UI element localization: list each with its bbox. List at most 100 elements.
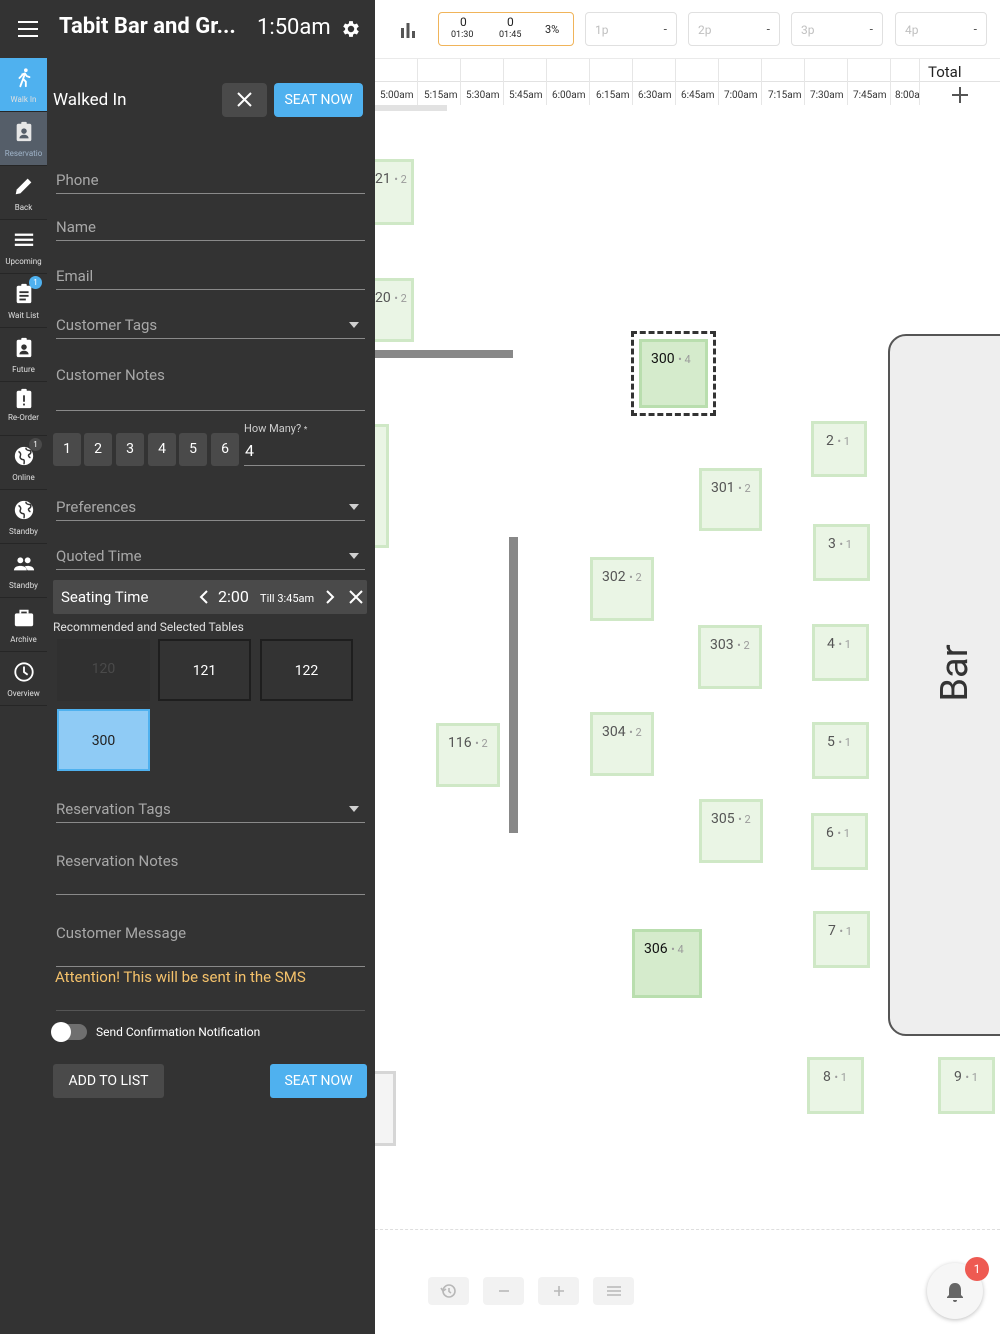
hamburger-menu-icon[interactable] [18,20,40,38]
table-304[interactable]: 304 • 2 [590,712,654,776]
table-306[interactable]: 306 • 4 [632,929,702,998]
table-2[interactable]: 2 • 1 [811,421,867,477]
globe-icon [13,499,35,521]
time-slot[interactable]: 6:15am [596,90,630,101]
customer-message-field[interactable]: Customer Message [56,913,365,967]
rail-online[interactable]: 1 Online [0,436,47,490]
party-size-1[interactable]: 1 [53,433,81,466]
time-slot[interactable]: 5:30am [466,90,500,101]
rail-back[interactable]: Back [0,166,47,220]
table-option-300[interactable]: 300 [57,709,150,771]
rail-overview[interactable]: Overview [0,652,47,706]
rail-wait-list[interactable]: 1 Wait List [0,274,47,328]
table-5[interactable]: 5 • 1 [812,722,869,779]
party-size-3[interactable]: 3 [116,433,144,466]
table-116[interactable]: 116 • 2 [436,723,500,787]
table-6[interactable]: 6 • 1 [811,813,868,870]
clear-seating-icon[interactable] [349,590,363,604]
name-field[interactable]: Name [56,205,365,241]
table-partial-bottom[interactable] [375,1071,396,1146]
rail-archive[interactable]: Archive [0,598,47,652]
wait-list-badge: 1 [29,276,42,289]
time-slot[interactable]: 5:00am [380,90,414,101]
time-slot[interactable]: 8:00a [895,90,920,101]
party-size-4[interactable]: 4 [148,433,176,466]
rail-standby-globe[interactable]: Standby [0,490,47,544]
party-size-2[interactable]: 2 [84,433,112,466]
party-size-6[interactable]: 6 [211,433,239,466]
table-label: 304 • 2 [602,724,642,740]
table-300[interactable]: 300 • 4 [639,339,708,408]
seat-now-top-button[interactable]: SEAT NOW [274,83,363,117]
table-9[interactable]: 9 • 1 [938,1057,995,1114]
recommended-tables-label: Recommended and Selected Tables [53,620,244,634]
rail-walk-in[interactable]: Walk In [0,58,47,112]
table-number: 116 [448,735,472,751]
time-slot[interactable]: 7:45am [853,90,887,101]
table-4[interactable]: 4 • 1 [812,624,869,681]
time-slot[interactable]: 6:45am [681,90,715,101]
history-button[interactable] [428,1277,469,1305]
walk-icon [13,67,35,89]
time-slot[interactable]: 7:00am [724,90,758,101]
chevron-right-icon[interactable] [325,590,335,604]
how-many-input[interactable]: 4 [244,438,365,466]
seat-now-bottom-button[interactable]: SEAT NOW [270,1064,367,1098]
table-7[interactable]: 7 • 1 [813,911,870,968]
table-302[interactable]: 302 • 2 [590,557,654,621]
table-21[interactable]: 21 • 2 [375,159,414,225]
zoom-in-button[interactable] [538,1277,579,1305]
course-value: - [766,22,770,36]
time-gridline [632,59,633,105]
table-301[interactable]: 301 • 2 [699,468,762,531]
reservation-tags-select[interactable]: Reservation Tags [56,788,365,823]
customer-notes-field[interactable]: Customer Notes [56,358,365,411]
rail-standby-group[interactable]: Standby [0,544,47,598]
course-2p[interactable]: 2p - [688,12,780,46]
rail-label: Future [12,365,35,374]
add-to-list-button[interactable]: ADD TO LIST [53,1064,164,1098]
time-slot[interactable]: 6:30am [638,90,672,101]
table-label: 5 • 1 [827,734,851,750]
time-slot[interactable]: 7:30am [810,90,844,101]
table-option-121[interactable]: 121 [158,639,251,701]
table-label: 305 • 2 [711,811,751,827]
quoted-time-select[interactable]: Quoted Time [56,534,365,570]
table-capacity: • 2 [737,639,750,652]
table-3[interactable]: 3 • 1 [813,524,870,581]
course-3p[interactable]: 3p - [791,12,883,46]
zoom-out-button[interactable] [483,1277,524,1305]
gear-icon[interactable] [340,18,362,40]
close-panel-button[interactable] [222,83,267,117]
occupancy-stats[interactable]: 0 01:30 0 01:45 3% [438,12,574,46]
party-size-5[interactable]: 5 [179,433,207,466]
time-slot[interactable]: 6:00am [552,90,586,101]
send-confirmation-toggle[interactable] [51,1022,87,1042]
rail-label: Standby [9,581,38,590]
course-1p[interactable]: 1p - [585,12,677,46]
email-field[interactable]: Email [56,254,365,290]
reservation-notes-field[interactable]: Reservation Notes [56,842,365,895]
customer-tags-select[interactable]: Customer Tags [56,302,365,339]
table-303[interactable]: 303 • 2 [698,625,762,689]
phone-field[interactable]: Phone [56,158,365,194]
rail-upcoming[interactable]: Upcoming [0,220,47,274]
bar-chart-icon[interactable] [400,22,416,38]
chevron-left-icon[interactable] [199,590,209,604]
rail-re-order[interactable]: Re-Order [0,382,47,436]
time-slot[interactable]: 5:45am [509,90,543,101]
table-8[interactable]: 8 • 1 [807,1057,864,1114]
time-slot[interactable]: 5:15am [424,90,458,101]
table-20[interactable]: 20 • 2 [375,278,414,342]
time-slot[interactable]: 7:15am [768,90,802,101]
plus-icon[interactable] [951,86,969,104]
list-view-button[interactable] [593,1277,634,1305]
table-305[interactable]: 305 • 2 [699,799,763,863]
rail-reservation[interactable]: Reservatio [0,112,47,166]
preferences-select[interactable]: Preferences [56,485,365,521]
table-option-122[interactable]: 122 [260,639,353,701]
course-4p[interactable]: 4p - [895,12,987,46]
rail-future[interactable]: Future [0,328,47,382]
table-partial-left[interactable] [375,424,389,548]
panel-title: Walked In [53,90,127,110]
